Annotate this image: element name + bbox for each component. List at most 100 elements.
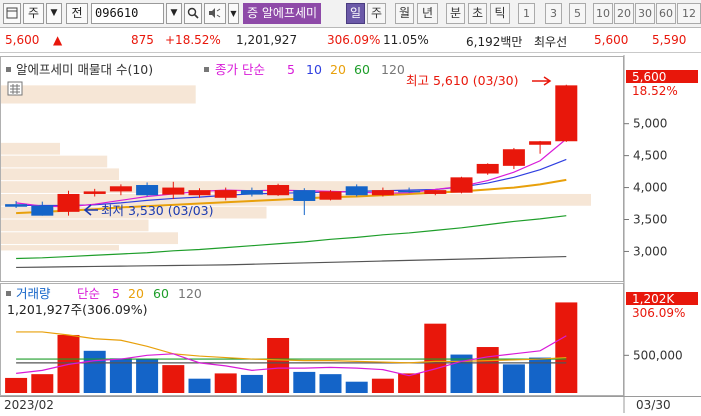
code-dropdown-chevron-icon[interactable]: ▼ bbox=[166, 3, 182, 24]
volume-bar bbox=[5, 377, 28, 393]
stock-name-label: 증 알에프세미 bbox=[243, 3, 322, 24]
volume-ma-5-label: 5 bbox=[112, 286, 120, 301]
interval-button-10[interactable]: 10 bbox=[593, 3, 613, 24]
price-ma-60-label: 60 bbox=[354, 62, 370, 77]
volume-bar bbox=[240, 374, 263, 393]
price-change: 875 bbox=[131, 33, 154, 47]
volume-bar bbox=[345, 381, 368, 393]
price-ma-5-label: 5 bbox=[287, 62, 295, 77]
speaker-dropdown-icon[interactable]: ▼ bbox=[228, 3, 239, 24]
candle-body bbox=[267, 185, 290, 196]
interval-button-3[interactable]: 3 bbox=[545, 3, 562, 24]
price-change-pct: +18.52% bbox=[165, 33, 221, 47]
grid-icon bbox=[10, 84, 20, 94]
volume-bar bbox=[502, 364, 525, 393]
chevron-down-icon[interactable]: ▼ bbox=[46, 3, 62, 24]
period-month-tab[interactable]: 월 bbox=[395, 3, 414, 24]
interval-button-120[interactable]: 12 bbox=[677, 3, 701, 24]
best-bid: 5,590 bbox=[652, 33, 687, 47]
volume-bar bbox=[319, 374, 342, 393]
candle-body bbox=[398, 190, 421, 193]
price-ma-10-label: 10 bbox=[306, 62, 322, 77]
candle-body bbox=[83, 191, 106, 194]
volume-bar bbox=[136, 359, 159, 393]
high-annotation: 최고 5,610 (03/30) bbox=[406, 73, 519, 88]
search-scope-button[interactable]: 전 bbox=[66, 3, 88, 24]
last-volume-tag-text: 1,202K bbox=[632, 292, 675, 306]
candle-body bbox=[31, 205, 54, 216]
volume-bar bbox=[424, 323, 447, 393]
interval-button-60[interactable]: 60 bbox=[656, 3, 676, 24]
volume-bar bbox=[188, 378, 211, 393]
period-day-tab[interactable]: 일 bbox=[346, 3, 365, 24]
candle-body bbox=[57, 193, 80, 212]
price-tick-label: 3,500 bbox=[633, 213, 667, 227]
volume-profile-bar bbox=[1, 219, 149, 232]
volume-profile-bar bbox=[1, 155, 108, 168]
price-ma-120-label: 120 bbox=[381, 62, 405, 77]
volume-profile-bar bbox=[1, 85, 196, 104]
time-axis-end: 03/30 bbox=[636, 398, 671, 412]
volume-ma-120-label: 120 bbox=[178, 286, 202, 301]
volume-bar bbox=[398, 373, 421, 393]
window-icon[interactable] bbox=[3, 3, 21, 24]
price-ma-title: 종가 단순 bbox=[215, 62, 265, 77]
volume-bar bbox=[371, 378, 394, 393]
search-icon[interactable] bbox=[184, 3, 202, 24]
period-second-tab[interactable]: 초 bbox=[468, 3, 487, 24]
candle-body bbox=[162, 187, 185, 195]
trade-volume: 1,201,927 bbox=[236, 33, 298, 47]
legend-square-icon bbox=[6, 291, 11, 296]
price-tick-label: 4,500 bbox=[633, 149, 667, 163]
volume-bar bbox=[214, 373, 237, 393]
volume-bar bbox=[293, 371, 316, 393]
turnover-rate: 11.05% bbox=[383, 33, 429, 47]
trade-value: 6,192백만 bbox=[466, 35, 523, 49]
price-axis: 5,600 18.52% 5,000 4,500 4,000 3,500 3,000 bbox=[624, 70, 698, 258]
volume-ma-title: 단순 bbox=[77, 286, 100, 301]
chart-type-button[interactable]: 주 bbox=[23, 3, 44, 24]
stock-chart[interactable]: 알에프세미 매물대 수(10) 종가 단순 5 10 20 60 120 최고 … bbox=[0, 55, 701, 413]
speaker-icon[interactable] bbox=[204, 3, 226, 24]
candle-body bbox=[240, 190, 263, 195]
volume-bar bbox=[31, 374, 54, 393]
period-tick-tab[interactable]: 틱 bbox=[490, 3, 510, 24]
low-annotation: 최저 3,530 (03/03) bbox=[101, 203, 214, 218]
price-tick-label: 4,000 bbox=[633, 181, 667, 195]
volume-profile-bar bbox=[1, 168, 119, 181]
market-badge: 증 bbox=[247, 6, 259, 20]
candle-body bbox=[424, 190, 447, 194]
volume-bar bbox=[267, 337, 290, 393]
interval-button-1[interactable]: 1 bbox=[518, 3, 535, 24]
volume-profile-title: 알에프세미 매물대 수(10) bbox=[16, 62, 153, 77]
volume-axis-ticks: 500,000 bbox=[624, 348, 683, 362]
period-year-tab[interactable]: 년 bbox=[417, 3, 438, 24]
volume-bar bbox=[555, 302, 578, 393]
period-week-tab[interactable]: 주 bbox=[367, 3, 386, 24]
volume-ratio: 306.09% bbox=[327, 33, 381, 47]
candle-body bbox=[214, 190, 237, 198]
stock-code-input[interactable]: 096610 bbox=[91, 3, 164, 24]
candle-body bbox=[136, 185, 159, 196]
chart-area[interactable]: 알에프세미 매물대 수(10) 종가 단순 5 10 20 60 120 최고 … bbox=[0, 55, 701, 413]
volume-ma-60-label: 60 bbox=[153, 286, 169, 301]
volume-bar bbox=[476, 347, 499, 393]
interval-button-30[interactable]: 30 bbox=[635, 3, 655, 24]
period-minute-tab[interactable]: 분 bbox=[446, 3, 465, 24]
candle-body bbox=[502, 149, 525, 166]
interval-button-5[interactable]: 5 bbox=[569, 3, 586, 24]
volume-tick-label: 500,000 bbox=[633, 348, 683, 362]
best-ask: 5,600 bbox=[594, 33, 629, 47]
volume-profile-bar bbox=[1, 232, 178, 245]
volume-axis: 1,202K 306.09% 500,000 bbox=[624, 292, 698, 362]
price-tick-label: 3,000 bbox=[633, 244, 667, 258]
up-arrow-icon: ▲ bbox=[53, 33, 63, 47]
last-price-tag-text: 5,600 bbox=[632, 70, 666, 84]
candle-body bbox=[450, 177, 473, 193]
legend-square-icon bbox=[204, 67, 209, 72]
current-price: 5,600 bbox=[5, 33, 40, 47]
quote-bar: 5,600 ▲ 875 +18.52% 1,201,927 306.09% 11… bbox=[0, 29, 701, 53]
candle-body bbox=[529, 141, 552, 145]
volume-profile-bar bbox=[1, 245, 119, 251]
interval-button-20[interactable]: 20 bbox=[614, 3, 634, 24]
